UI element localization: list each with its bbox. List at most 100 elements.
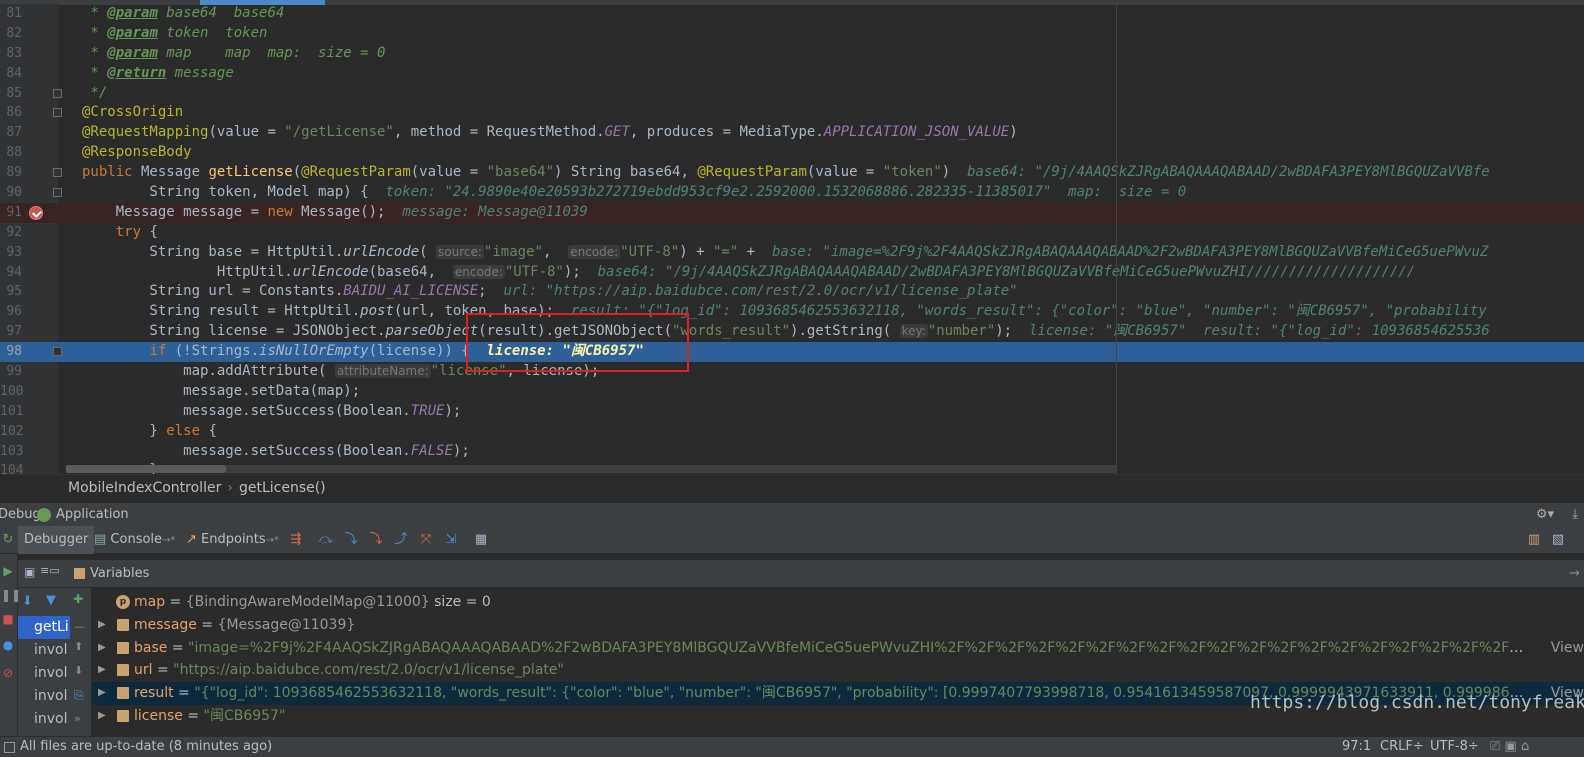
code-line[interactable]: 87 @RequestMapping(value = "/getLicense",… <box>0 123 1584 143</box>
expand-arrow-icon[interactable]: ▶ <box>98 705 106 728</box>
breadcrumb-method[interactable]: getLicense() <box>239 480 326 496</box>
code-text[interactable]: @ResponseBody <box>82 143 192 163</box>
code-line[interactable]: 88 @ResponseBody <box>0 143 1584 163</box>
copy-icon[interactable]: ⎘ <box>74 688 84 703</box>
line-number[interactable]: 94 <box>0 263 22 283</box>
code-line[interactable]: 103 message.setSuccess(Boolean.FALSE); <box>0 442 1584 462</box>
line-number[interactable]: 101 <box>0 402 23 422</box>
code-line[interactable]: 99 map.addAttribute( attributeName: "lice… <box>0 362 1584 382</box>
code-line[interactable]: 85 */ <box>0 84 1584 104</box>
code-line[interactable]: 97 String license = JSONObject.parseObje… <box>0 322 1584 342</box>
step-out-icon[interactable]: ⤴ <box>393 532 409 548</box>
code-text[interactable]: try { <box>82 223 158 243</box>
code-line[interactable]: 96 String result = HttpUtil.post(url, to… <box>0 302 1584 322</box>
remove-watch-icon[interactable]: — <box>74 620 85 633</box>
code-text[interactable]: Message message = new Message(); message… <box>82 203 588 223</box>
fold-marker-icon[interactable] <box>53 168 62 178</box>
code-line[interactable]: 83 * @param map map map: size = 0 <box>0 44 1584 64</box>
fold-marker-icon[interactable] <box>53 88 62 98</box>
expand-arrow-icon[interactable]: ▶ <box>98 682 106 705</box>
code-text[interactable]: String base = HttpUtil.urlEncode( source… <box>82 243 1488 263</box>
threads-icon[interactable]: ▣ <box>24 565 35 579</box>
code-line[interactable]: 100 message.setData(map); <box>0 382 1584 402</box>
line-number[interactable]: 100 <box>0 382 23 402</box>
line-number[interactable]: 95 <box>0 282 22 302</box>
line-number[interactable]: 89 <box>0 163 22 183</box>
line-separator[interactable]: CRLF÷ <box>1380 737 1424 757</box>
stack-frame[interactable]: invol <box>18 662 70 685</box>
expand-arrow-icon[interactable]: ▶ <box>98 614 106 637</box>
move-down-icon[interactable]: ⬇ <box>74 664 83 677</box>
code-text[interactable]: String url = Constants.BAIDU_AI_LICENSE;… <box>82 282 1017 302</box>
line-number[interactable]: 99 <box>0 362 22 382</box>
expand-arrow-icon[interactable]: ▶ <box>98 659 106 682</box>
code-line[interactable]: 102 } else { <box>0 422 1584 442</box>
hide-icon[interactable]: ⤓ <box>1572 503 1578 526</box>
lock-icon[interactable]: ⎚ ▣ ⌂ <box>1490 737 1529 757</box>
code-text[interactable]: HttpUtil.urlEncode(base64, encode: "UTF-8… <box>82 263 1415 283</box>
gear-icon[interactable]: ⚙▾ <box>1536 503 1554 526</box>
variable-row[interactable]: ▶ url = "https://aip.baidubce.com/rest/2.… <box>92 659 1584 682</box>
code-line[interactable]: 94 HttpUtil.urlEncode(base64, encode: "UT… <box>0 263 1584 283</box>
code-line[interactable]: 92 try { <box>0 223 1584 243</box>
pause-icon[interactable]: ❚❚ <box>1 588 21 602</box>
arrow-down-icon[interactable]: ⬇ <box>22 594 33 609</box>
fold-marker-icon[interactable] <box>53 108 62 118</box>
code-text[interactable]: message.setSuccess(Boolean.FALSE); <box>82 442 470 462</box>
editor-horizontal-scrollbar[interactable] <box>66 465 1116 473</box>
code-text[interactable]: String license = JSONObject.parseObject(… <box>82 322 1489 342</box>
line-number[interactable]: 88 <box>0 143 22 163</box>
toggle-tool-windows-icon[interactable] <box>4 742 15 753</box>
tab-endpoints[interactable]: ↗ Endpoints→* <box>180 526 285 554</box>
line-number[interactable]: 96 <box>0 302 22 322</box>
file-encoding[interactable]: UTF-8÷ <box>1430 737 1479 757</box>
code-line[interactable]: 93 String base = HttpUtil.urlEncode( sou… <box>0 243 1584 263</box>
expand-arrow-icon[interactable]: ▶ <box>98 637 106 660</box>
variable-row[interactable]: ▶ base = "image=%2F9j%2F4AAQSkZJRgABAQAAA… <box>92 637 1584 660</box>
line-number[interactable]: 91 <box>0 203 22 223</box>
code-line[interactable]: 91 Message message = new Message(); mess… <box>0 202 1584 223</box>
variable-row[interactable]: ▶ message = {Message@11039} <box>92 614 1584 637</box>
code-text[interactable]: public Message getLicense(@RequestParam(… <box>82 163 1490 183</box>
code-text[interactable]: * @param base64 base64 <box>82 4 284 24</box>
code-line[interactable]: 98 if (!Strings.isNullOrEmpty(license)) … <box>0 342 1584 363</box>
line-number[interactable]: 93 <box>0 243 22 263</box>
stop-icon[interactable]: ■ <box>1 612 15 626</box>
code-editor[interactable]: 81 * @param base64 base64 82 * @param tok… <box>0 0 1584 474</box>
restore-layout-icon[interactable]: ▥ <box>1526 532 1542 548</box>
code-text[interactable]: * @return message <box>82 64 233 84</box>
drop-frame-icon[interactable]: ⤧ <box>418 532 434 548</box>
settings-icon[interactable]: ▧ <box>1550 532 1566 548</box>
code-text[interactable]: String result = HttpUtil.post(url, token… <box>82 302 1486 322</box>
code-line[interactable]: 84 * @return message <box>0 64 1584 84</box>
variable-row[interactable]: p map = {BindingAwareModelMap@11000} size… <box>92 591 1584 614</box>
fold-marker-icon[interactable] <box>53 188 62 198</box>
frames-filter-icon[interactable]: ≡▭ <box>40 564 60 577</box>
line-number[interactable]: 86 <box>0 103 22 123</box>
line-number[interactable]: 90 <box>0 183 22 203</box>
code-text[interactable]: */ <box>82 84 107 104</box>
code-line[interactable]: 90 String token, Model map) { token: "24… <box>0 183 1584 203</box>
tab-debugger[interactable]: Debugger <box>18 526 95 554</box>
line-number[interactable]: 98 <box>0 342 22 362</box>
restore-icon[interactable]: → <box>1569 560 1580 587</box>
more-icon[interactable]: » <box>74 712 81 725</box>
line-number[interactable]: 104 <box>0 461 23 474</box>
view-link[interactable]: View <box>1551 637 1584 660</box>
line-number[interactable]: 102 <box>0 422 23 442</box>
stack-frame[interactable]: invol <box>18 639 70 662</box>
stack-frame[interactable]: getLi <box>18 616 70 639</box>
code-text[interactable]: * @param map map map: size = 0 <box>82 44 385 64</box>
move-up-icon[interactable]: ⬆ <box>74 640 83 653</box>
breadcrumb-class[interactable]: MobileIndexController <box>68 480 221 496</box>
view-breakpoints-icon[interactable]: ● <box>1 638 15 652</box>
line-number[interactable]: 92 <box>0 223 22 243</box>
stack-frame[interactable]: invol <box>18 685 70 708</box>
code-line[interactable]: 89 public Message getLicense(@RequestPara… <box>0 163 1584 183</box>
code-text[interactable]: @CrossOrigin <box>82 103 183 123</box>
mute-breakpoints-icon[interactable]: ⊘ <box>1 666 15 680</box>
filter-icon[interactable]: ▼ <box>46 593 56 608</box>
code-text[interactable]: String token, Model map) { token: "24.98… <box>82 183 1186 203</box>
step-over-icon[interactable]: ⤼ <box>318 532 334 548</box>
tab-console[interactable]: ▤ Console→* <box>88 526 181 554</box>
